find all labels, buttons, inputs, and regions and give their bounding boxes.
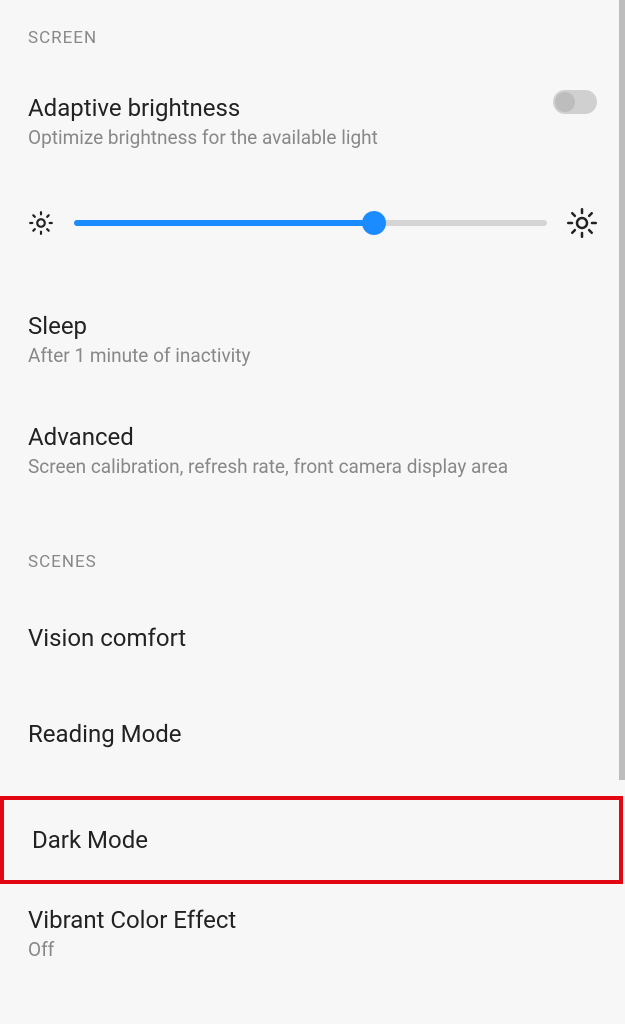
brightness-low-icon — [28, 210, 54, 236]
vibrant-title: Vibrant Color Effect — [28, 906, 597, 934]
brightness-high-icon — [567, 208, 597, 238]
vibrant-subtitle: Off — [28, 938, 597, 961]
section-header-scenes: SCENES — [28, 552, 597, 572]
setting-vision-comfort[interactable]: Vision comfort — [28, 604, 597, 672]
adaptive-brightness-toggle[interactable] — [553, 90, 597, 114]
vision-comfort-title: Vision comfort — [28, 624, 597, 652]
brightness-slider[interactable] — [74, 211, 547, 235]
scrollbar[interactable] — [619, 0, 625, 780]
section-header-screen: SCREEN — [28, 28, 597, 48]
adaptive-brightness-subtitle: Optimize brightness for the available li… — [28, 126, 597, 149]
sleep-title: Sleep — [28, 312, 597, 340]
toggle-knob — [555, 92, 575, 112]
reading-mode-title: Reading Mode — [28, 720, 597, 748]
brightness-slider-row — [28, 208, 597, 238]
sleep-subtitle: After 1 minute of inactivity — [28, 344, 597, 367]
advanced-subtitle: Screen calibration, refresh rate, front … — [28, 455, 597, 478]
setting-advanced[interactable]: Advanced Screen calibration, refresh rat… — [28, 409, 597, 492]
slider-thumb[interactable] — [362, 211, 386, 235]
setting-dark-mode[interactable]: Dark Mode — [0, 796, 623, 884]
dark-mode-title: Dark Mode — [32, 826, 593, 854]
setting-reading-mode[interactable]: Reading Mode — [28, 700, 597, 768]
setting-sleep[interactable]: Sleep After 1 minute of inactivity — [28, 298, 597, 381]
settings-content: SCREEN Adaptive brightness Optimize brig… — [0, 0, 625, 975]
setting-adaptive-brightness[interactable]: Adaptive brightness Optimize brightness … — [28, 80, 597, 163]
slider-fill — [74, 220, 374, 226]
advanced-title: Advanced — [28, 423, 597, 451]
setting-vibrant-color[interactable]: Vibrant Color Effect Off — [28, 884, 597, 975]
adaptive-brightness-title: Adaptive brightness — [28, 94, 597, 122]
